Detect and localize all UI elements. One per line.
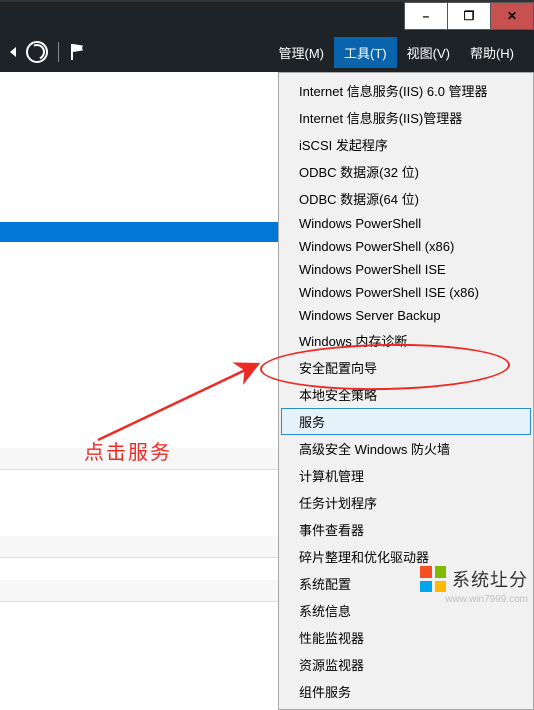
dropdown-item[interactable]: 资源监视器 bbox=[281, 651, 531, 678]
dropdown-item[interactable]: iSCSI 发起程序 bbox=[281, 131, 531, 158]
dropdown-item[interactable]: ODBC 数据源(32 位) bbox=[281, 158, 531, 185]
refresh-icon[interactable] bbox=[26, 41, 48, 63]
maximize-icon: ❐ bbox=[464, 10, 475, 22]
dropdown-item[interactable]: Windows PowerShell ISE bbox=[281, 258, 531, 281]
panel-header-strip bbox=[0, 536, 278, 558]
watermark-url: www.win7999.com bbox=[420, 594, 528, 605]
watermark: 系统圵分 www.win7999.com bbox=[420, 566, 528, 605]
dropdown-item[interactable]: 计算机管理 bbox=[281, 462, 531, 489]
dropdown-item[interactable]: 安全配置向导 bbox=[281, 354, 531, 381]
minimize-button[interactable]: – bbox=[404, 2, 448, 30]
annotation-text: 点击服务 bbox=[84, 436, 172, 465]
flag-icon[interactable] bbox=[69, 44, 85, 60]
dropdown-item[interactable]: ODBC 数据源(64 位) bbox=[281, 185, 531, 212]
dropdown-item[interactable]: 组件服务 bbox=[281, 678, 531, 705]
tools-dropdown: Internet 信息服务(IIS) 6.0 管理器Internet 信息服务(… bbox=[278, 72, 534, 710]
close-button[interactable]: ✕ bbox=[490, 2, 534, 30]
menu-tools[interactable]: 工具(T) bbox=[334, 37, 397, 68]
dropdown-item[interactable]: 任务计划程序 bbox=[281, 489, 531, 516]
minimize-icon: – bbox=[423, 10, 430, 22]
menu-bar: 管理(M) 工具(T) 视图(V) 帮助(H) bbox=[0, 32, 534, 72]
title-bar: – ❐ ✕ bbox=[0, 0, 534, 32]
dropdown-item[interactable]: Windows PowerShell bbox=[281, 212, 531, 235]
watermark-brand: 系统圵分 bbox=[452, 566, 528, 592]
panel-header-strip bbox=[0, 580, 278, 602]
dropdown-item[interactable]: 性能监视器 bbox=[281, 624, 531, 651]
selected-row-strip bbox=[0, 222, 278, 242]
dropdown-item[interactable]: Windows PowerShell ISE (x86) bbox=[281, 281, 531, 304]
dropdown-item[interactable]: Internet 信息服务(IIS) 6.0 管理器 bbox=[281, 77, 531, 104]
watermark-logo-icon bbox=[420, 566, 446, 592]
dropdown-item[interactable]: 服务 bbox=[281, 408, 531, 435]
menu-help[interactable]: 帮助(H) bbox=[460, 37, 524, 68]
back-chevron-icon[interactable] bbox=[10, 47, 16, 57]
dropdown-item[interactable]: 高级安全 Windows 防火墙 bbox=[281, 435, 531, 462]
separator bbox=[58, 42, 59, 62]
dropdown-item[interactable]: Internet 信息服务(IIS)管理器 bbox=[281, 104, 531, 131]
dropdown-item[interactable]: 本地安全策略 bbox=[281, 381, 531, 408]
dropdown-item[interactable]: Windows PowerShell (x86) bbox=[281, 235, 531, 258]
dropdown-item[interactable]: Windows Server Backup bbox=[281, 304, 531, 327]
menu-manage[interactable]: 管理(M) bbox=[269, 37, 335, 68]
menu-view[interactable]: 视图(V) bbox=[397, 37, 460, 68]
close-icon: ✕ bbox=[507, 10, 517, 22]
maximize-button[interactable]: ❐ bbox=[447, 2, 491, 30]
dropdown-item[interactable]: Windows 内存诊断 bbox=[281, 327, 531, 354]
dropdown-item[interactable]: 事件查看器 bbox=[281, 516, 531, 543]
content-background bbox=[0, 72, 278, 609]
